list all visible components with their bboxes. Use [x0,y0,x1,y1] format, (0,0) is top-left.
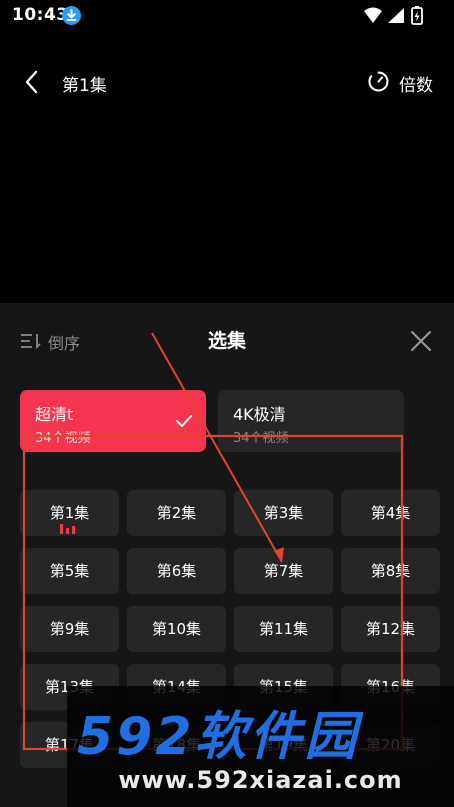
episode-label: 第3集 [263,504,304,522]
quality-name: 4K极清 [233,405,286,424]
episode-label: 第11集 [258,620,309,638]
episode-label: 第7集 [263,562,304,580]
sheet-title: 选集 [207,330,246,352]
episode-item[interactable]: 第10集 [127,606,226,652]
download-icon [62,6,81,25]
episode-label: 第8集 [370,562,411,580]
quality-option-super-hd[interactable]: 超清t 34个视频 [20,390,206,452]
episode-label: 第2集 [156,504,197,522]
episode-item[interactable]: 第4集 [341,490,440,536]
episode-item[interactable]: 第11集 [234,606,333,652]
status-icons [362,6,442,26]
episode-label: 第5集 [49,562,90,580]
back-arrow-icon[interactable] [20,68,44,96]
check-icon [175,413,193,429]
watermark-url: www.592xiazai.com [118,766,403,794]
episode-item[interactable]: 第1集 [20,490,119,536]
wifi-signal-battery-icon [364,6,423,25]
speed-button[interactable]: 倍数 [367,68,439,96]
episode-label: 第10集 [151,620,202,638]
episode-item[interactable]: 第2集 [127,490,226,536]
episode-label: 第4集 [370,504,411,522]
episode-item[interactable]: 第9集 [20,606,119,652]
episode-item[interactable]: 第12集 [341,606,440,652]
status-bar: 10:43 [0,0,454,32]
speed-gauge-icon [367,70,390,93]
episode-item[interactable]: 第8集 [341,548,440,594]
episode-item[interactable]: 第6集 [127,548,226,594]
quality-option-4k[interactable]: 4K极清 34个视频 [218,390,404,452]
quality-count: 34个视频 [233,431,289,446]
episode-label: 第9集 [49,620,90,638]
episode-item[interactable]: 第7集 [234,548,333,594]
quality-name: 超清t [35,405,74,424]
episode-title: 第1集 [62,76,107,96]
episode-label: 第12集 [365,620,416,638]
episode-label: 第6集 [156,562,197,580]
episode-item[interactable]: 第3集 [234,490,333,536]
now-playing-icon [60,524,78,534]
speed-label: 倍数 [399,76,433,96]
status-time: 10:43 [12,5,69,25]
watermark-logo: 592软件园 [77,707,360,767]
episode-label: 第1集 [49,504,90,522]
watermark: 592软件园 www.592xiazai.com [67,686,454,807]
quality-count: 34个视频 [35,431,91,446]
episode-item[interactable]: 第5集 [20,548,119,594]
close-icon[interactable] [410,330,432,352]
